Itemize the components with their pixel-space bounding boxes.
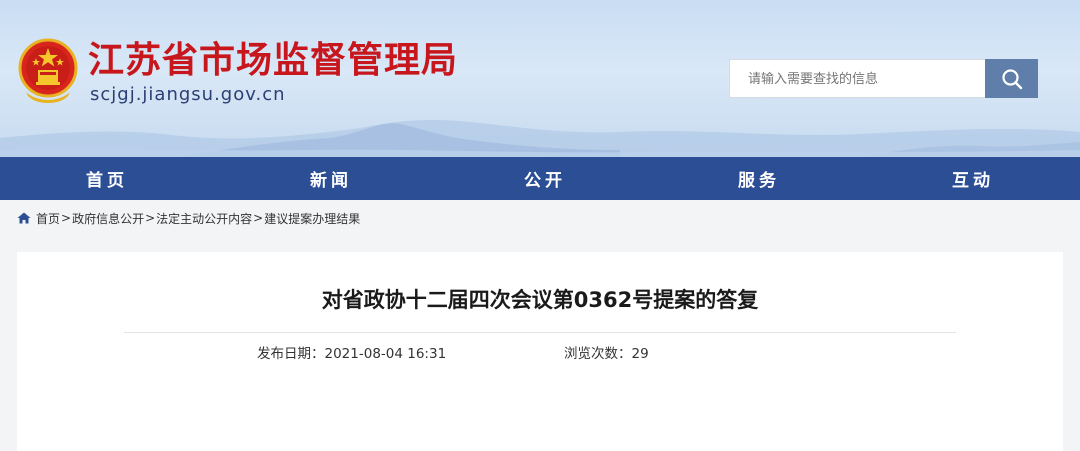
publish-date: 发布日期：2021-08-04 16:31	[257, 344, 446, 364]
nav-item-service[interactable]: 服务	[652, 157, 866, 200]
breadcrumb-separator: >	[145, 211, 156, 225]
publish-date-label: 发布日期：	[257, 346, 325, 362]
title-divider	[124, 332, 956, 333]
nav-item-home[interactable]: 首页	[0, 157, 224, 200]
view-count-value: 29	[631, 346, 649, 362]
national-emblem-icon	[18, 38, 78, 103]
breadcrumb: 首页 > 政府信息公开 > 法定主动公开内容 > 建议提案办理结果	[17, 208, 360, 228]
site-title: 江苏省市场监督管理局	[88, 39, 459, 81]
search-input[interactable]	[729, 59, 985, 98]
article-title: 对省政协十二届四次会议第0362号提案的答复	[321, 288, 759, 312]
breadcrumb-separator: >	[253, 211, 264, 225]
view-count-label: 浏览次数：	[564, 346, 632, 362]
nav-item-interaction[interactable]: 互动	[866, 157, 1080, 200]
breadcrumb-item-gov-info[interactable]: 政府信息公开	[72, 210, 144, 227]
breadcrumb-item-proposal-results[interactable]: 建议提案办理结果	[264, 210, 360, 227]
breadcrumb-separator: >	[61, 211, 72, 225]
search-icon	[1001, 68, 1022, 89]
search-button[interactable]	[985, 59, 1038, 98]
view-count: 浏览次数：29	[564, 344, 649, 364]
breadcrumb-item-home[interactable]: 首页	[36, 210, 60, 227]
publish-date-value: 2021-08-04 16:31	[324, 346, 447, 362]
header-banner: 江苏省市场监督管理局 scjgj.jiangsu.gov.cn	[0, 0, 1080, 157]
site-domain: scjgj.jiangsu.gov.cn	[90, 84, 286, 105]
article-card	[17, 252, 1063, 451]
breadcrumb-item-statutory[interactable]: 法定主动公开内容	[156, 210, 252, 227]
home-icon	[17, 212, 31, 224]
nav-item-news[interactable]: 新闻	[224, 157, 438, 200]
main-nav: 首页 新闻 公开 服务 互动	[0, 157, 1080, 200]
nav-item-public[interactable]: 公开	[438, 157, 652, 200]
